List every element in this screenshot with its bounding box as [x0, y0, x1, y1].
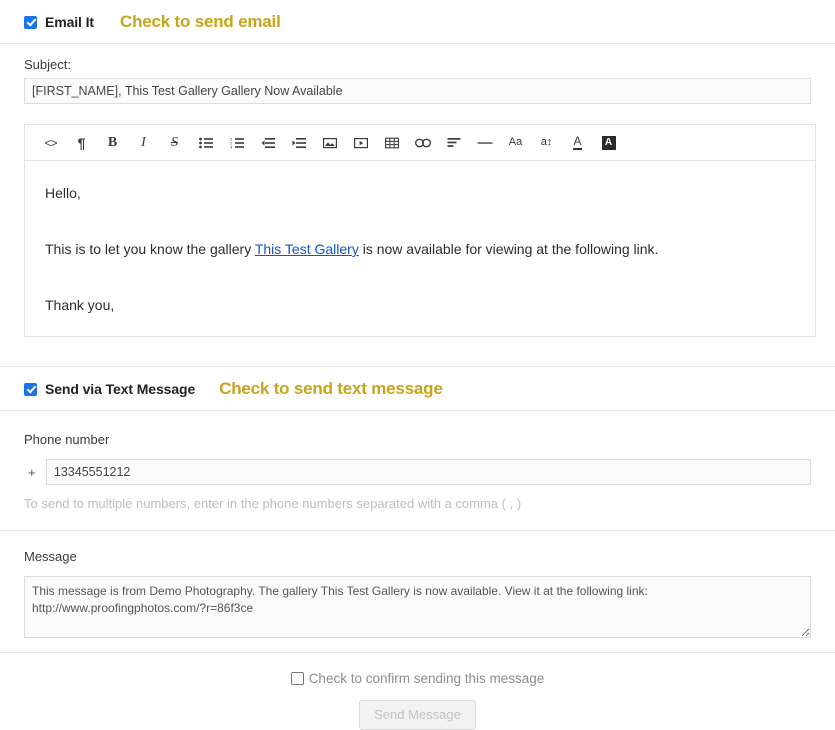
horizontal-rule-icon[interactable] — [469, 130, 500, 156]
send-message-button[interactable]: Send Message — [359, 700, 476, 730]
sms-section-hint: Check to send text message — [219, 379, 443, 398]
email-section-header: Email It Check to send email — [0, 0, 835, 43]
bold-icon[interactable]: B — [97, 130, 128, 156]
email-body-editable[interactable]: Hello, This is to let you know the galle… — [25, 161, 815, 336]
send-via-text-checkbox[interactable] — [24, 382, 37, 396]
indent-icon[interactable] — [283, 130, 314, 156]
email-closing: Thank you, — [45, 297, 115, 313]
sms-section-header: Send via Text Message Check to send text… — [0, 367, 835, 410]
subject-label: Subject: — [24, 57, 71, 72]
confirm-send-row[interactable]: Check to confirm sending this message — [290, 671, 545, 686]
italic-icon[interactable]: I — [128, 130, 159, 156]
line-height-icon[interactable]: a↕ — [531, 130, 562, 156]
subject-input[interactable] — [24, 78, 811, 104]
email-section-hint: Check to send email — [120, 12, 281, 31]
svg-text:3: 3 — [230, 144, 233, 148]
subject-field-group: Subject: — [0, 44, 835, 104]
email-line-after-link: is now available for viewing at the foll… — [358, 241, 659, 257]
editor-toolbar: <> ¶ B I S 1 2 3 Aa a↕ A A — [25, 125, 815, 161]
send-via-text-label: Send via Text Message — [45, 381, 196, 397]
insert-table-icon[interactable] — [376, 130, 407, 156]
unordered-list-icon[interactable] — [190, 130, 221, 156]
email-it-label: Email It — [45, 14, 94, 30]
phone-field-group: + — [0, 459, 835, 485]
outdent-icon[interactable] — [252, 130, 283, 156]
email-line-before-link: This is to let you know the gallery — [45, 241, 255, 257]
font-size-icon[interactable]: Aa — [500, 130, 531, 156]
confirm-send-label: Check to confirm sending this message — [308, 671, 545, 686]
message-textarea[interactable]: This message is from Demo Photography. T… — [24, 576, 811, 638]
insert-link-icon[interactable] — [407, 130, 438, 156]
email-editor-group: <> ¶ B I S 1 2 3 Aa a↕ A A Hello, This i… — [0, 104, 835, 337]
email-main-line: This is to let you know the gallery This… — [45, 239, 795, 260]
paragraph-icon[interactable]: ¶ — [66, 130, 97, 156]
insert-video-icon[interactable] — [345, 130, 376, 156]
message-field-group: This message is from Demo Photography. T… — [0, 576, 835, 641]
email-it-checkbox[interactable] — [24, 15, 37, 29]
phone-number-label: Phone number — [24, 432, 110, 447]
strikethrough-icon[interactable]: S — [159, 130, 190, 156]
phone-country-prefix: + — [28, 464, 36, 480]
phone-number-input[interactable] — [45, 459, 811, 485]
gallery-link[interactable]: This Test Gallery — [255, 241, 359, 257]
confirm-send-checkbox[interactable] — [290, 672, 304, 685]
background-color-icon[interactable]: A — [593, 130, 624, 156]
email-greeting: Hello, — [45, 185, 81, 201]
code-icon[interactable]: <> — [35, 130, 66, 156]
phone-number-hint: To send to multiple numbers, enter in th… — [24, 496, 522, 511]
rich-text-editor: <> ¶ B I S 1 2 3 Aa a↕ A A Hello, This i… — [24, 124, 816, 337]
message-label: Message — [24, 549, 77, 564]
insert-image-icon[interactable] — [314, 130, 345, 156]
align-icon[interactable] — [438, 130, 469, 156]
send-footer: Check to confirm sending this message Se… — [0, 653, 835, 730]
ordered-list-icon[interactable]: 1 2 3 — [221, 130, 252, 156]
font-color-icon[interactable]: A — [562, 130, 593, 156]
